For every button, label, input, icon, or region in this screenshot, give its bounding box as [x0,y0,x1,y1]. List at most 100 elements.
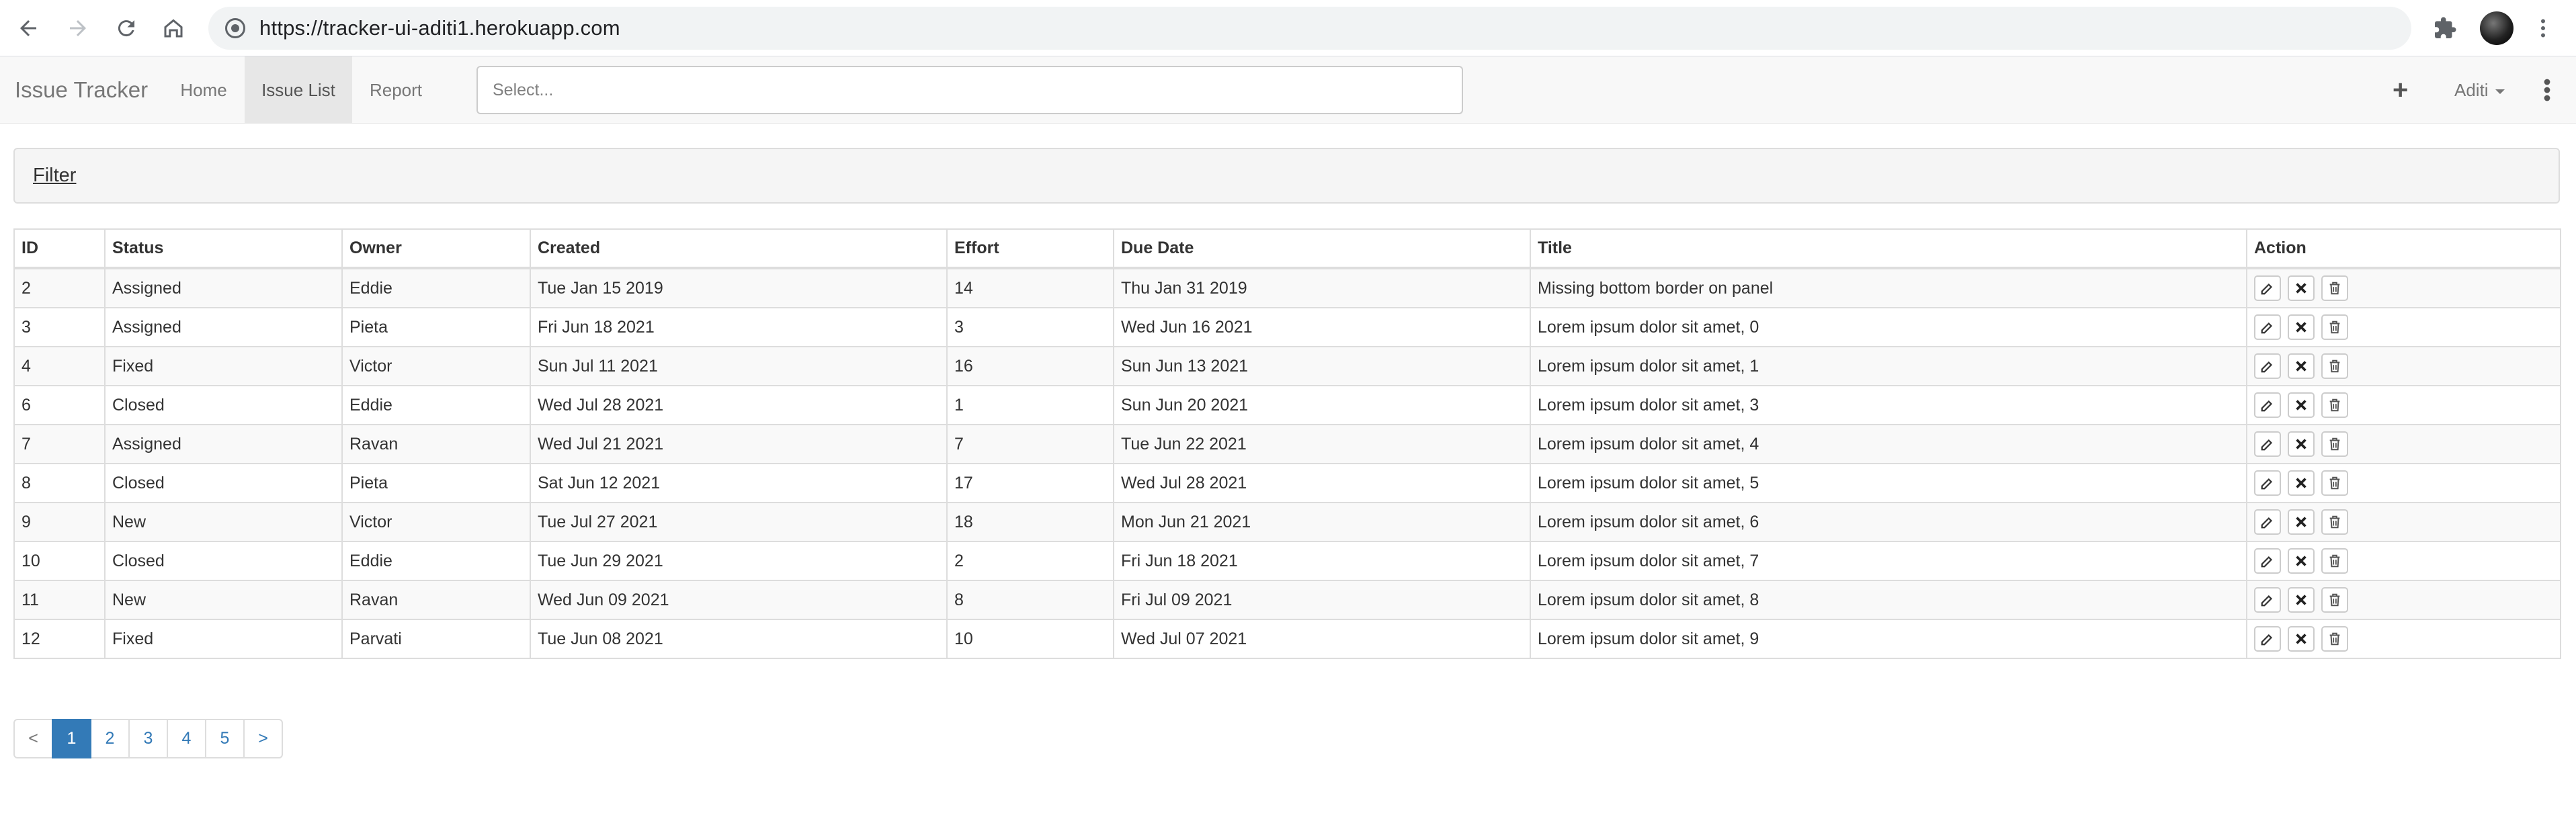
edit-icon [2261,361,2273,373]
extensions-button[interactable] [2426,9,2464,47]
cell-due-date: Fri Jun 18 2021 [1113,541,1531,581]
table-row: 8 Closed Pieta Sat Jun 12 2021 17 Wed Jul 28 … [13,463,2561,503]
delete-issue-button[interactable] [2321,275,2348,301]
close-issue-button[interactable] [2288,548,2315,574]
edit-issue-button[interactable] [2254,470,2281,496]
issue-table: ID Status Owner Created Effort Due Date … [13,228,2561,659]
delete-issue-button[interactable] [2321,314,2348,340]
cell-created: Fri Jun 18 2021 [530,307,948,347]
cell-created: Wed Jul 21 2021 [530,424,948,464]
close-issue-button[interactable] [2288,353,2315,379]
home-button[interactable] [155,9,192,47]
cell-due-date: Fri Jul 09 2021 [1113,580,1531,620]
site-info-icon[interactable] [223,16,247,40]
delete-issue-button[interactable] [2321,626,2348,652]
cell-due-date: Sun Jun 13 2021 [1113,346,1531,386]
table-header-row: ID Status Owner Created Effort Due Date … [13,228,2561,269]
edit-issue-button[interactable] [2254,392,2281,418]
cell-id: 6 [13,385,106,425]
cell-effort: 16 [946,346,1114,386]
puzzle-icon [2435,17,2456,38]
edit-issue-button[interactable] [2254,353,2281,379]
close-issue-button[interactable] [2288,509,2315,535]
add-issue-icon[interactable]: + [2393,56,2408,124]
close-issue-button[interactable] [2288,275,2315,301]
cell-title: Lorem ipsum dolor sit amet, 7 [1530,541,2247,581]
delete-issue-button[interactable] [2321,470,2348,496]
table-row: 9 New Victor Tue Jul 27 2021 18 Mon Jun 21 20… [13,502,2561,542]
page-next-button[interactable]: > [243,719,283,758]
delete-issue-button[interactable] [2321,353,2348,379]
cell-status: Fixed [104,346,343,386]
edit-issue-button[interactable] [2254,626,2281,652]
close-issue-button[interactable] [2288,314,2315,340]
trash-icon [2329,515,2340,529]
cell-action [2246,619,2561,659]
cell-due-date: Wed Jun 16 2021 [1113,307,1531,347]
table-row: 10 Closed Eddie Tue Jun 29 2021 2 Fri Jun 18 … [13,541,2561,581]
edit-icon [2261,595,2273,607]
cell-owner: Pieta [341,307,531,347]
edit-issue-button[interactable] [2254,275,2281,301]
edit-icon [2261,634,2273,646]
nav-report[interactable]: Report [359,56,433,124]
edit-issue-button[interactable] [2254,587,2281,613]
delete-issue-button[interactable] [2321,587,2348,613]
close-icon [2296,478,2307,488]
trash-icon [2329,320,2340,334]
browser-menu-button[interactable] [2524,9,2562,47]
forward-button[interactable] [59,9,97,47]
edit-issue-button[interactable] [2254,431,2281,457]
close-issue-button[interactable] [2288,431,2315,457]
nav-issue-list[interactable]: Issue List [245,56,352,124]
cell-action [2246,580,2561,620]
close-issue-button[interactable] [2288,587,2315,613]
cell-id: 3 [13,307,106,347]
delete-issue-button[interactable] [2321,509,2348,535]
delete-issue-button[interactable] [2321,431,2348,457]
cell-due-date: Sun Jun 20 2021 [1113,385,1531,425]
edit-icon [2261,322,2273,334]
cell-id: 12 [13,619,106,659]
page-button-2[interactable]: 2 [90,719,130,758]
delete-issue-button[interactable] [2321,392,2348,418]
close-issue-button[interactable] [2288,470,2315,496]
col-header-title: Title [1530,228,2247,269]
page-button-4[interactable]: 4 [167,719,206,758]
trash-icon [2329,398,2340,412]
nav-home[interactable]: Home [167,56,241,124]
close-icon [2296,361,2307,372]
edit-icon [2261,517,2273,529]
page-button-5[interactable]: 5 [205,719,245,758]
edit-issue-button[interactable] [2254,314,2281,340]
table-row: 12 Fixed Parvati Tue Jun 08 2021 10 Wed Jul 0… [13,619,2561,659]
profile-avatar[interactable] [2480,11,2513,45]
page-button-1[interactable]: 1 [52,719,91,758]
cell-status: New [104,580,343,620]
app-menu-icon[interactable] [2543,78,2551,102]
issue-search-select[interactable]: Select... [476,66,1463,114]
edit-icon [2261,283,2273,295]
cell-id: 11 [13,580,106,620]
page-button-3[interactable]: 3 [128,719,168,758]
table-row: 7 Assigned Ravan Wed Jul 21 2021 7 Tue Jun 22… [13,424,2561,464]
close-issue-button[interactable] [2288,626,2315,652]
cell-title: Lorem ipsum dolor sit amet, 8 [1530,580,2247,620]
edit-issue-button[interactable] [2254,548,2281,574]
address-bar[interactable]: https://tracker-ui-aditi1.herokuapp.com [208,7,2411,50]
table-row: 6 Closed Eddie Wed Jul 28 2021 1 Sun Jun 20 2… [13,385,2561,425]
cell-title: Lorem ipsum dolor sit amet, 9 [1530,619,2247,659]
delete-issue-button[interactable] [2321,548,2348,574]
back-button[interactable] [9,9,47,47]
user-dropdown[interactable]: Aditi [2454,56,2505,124]
edit-issue-button[interactable] [2254,509,2281,535]
cell-action [2246,385,2561,425]
reload-button[interactable] [108,9,145,47]
filter-toggle-link[interactable]: Filter [33,149,76,202]
close-icon [2296,400,2307,410]
close-issue-button[interactable] [2288,392,2315,418]
close-icon [2296,634,2307,644]
page-prev-button[interactable]: < [13,719,53,758]
browser-toolbar: https://tracker-ui-aditi1.herokuapp.com [0,0,2576,56]
brand-title[interactable]: Issue Tracker [15,56,148,124]
